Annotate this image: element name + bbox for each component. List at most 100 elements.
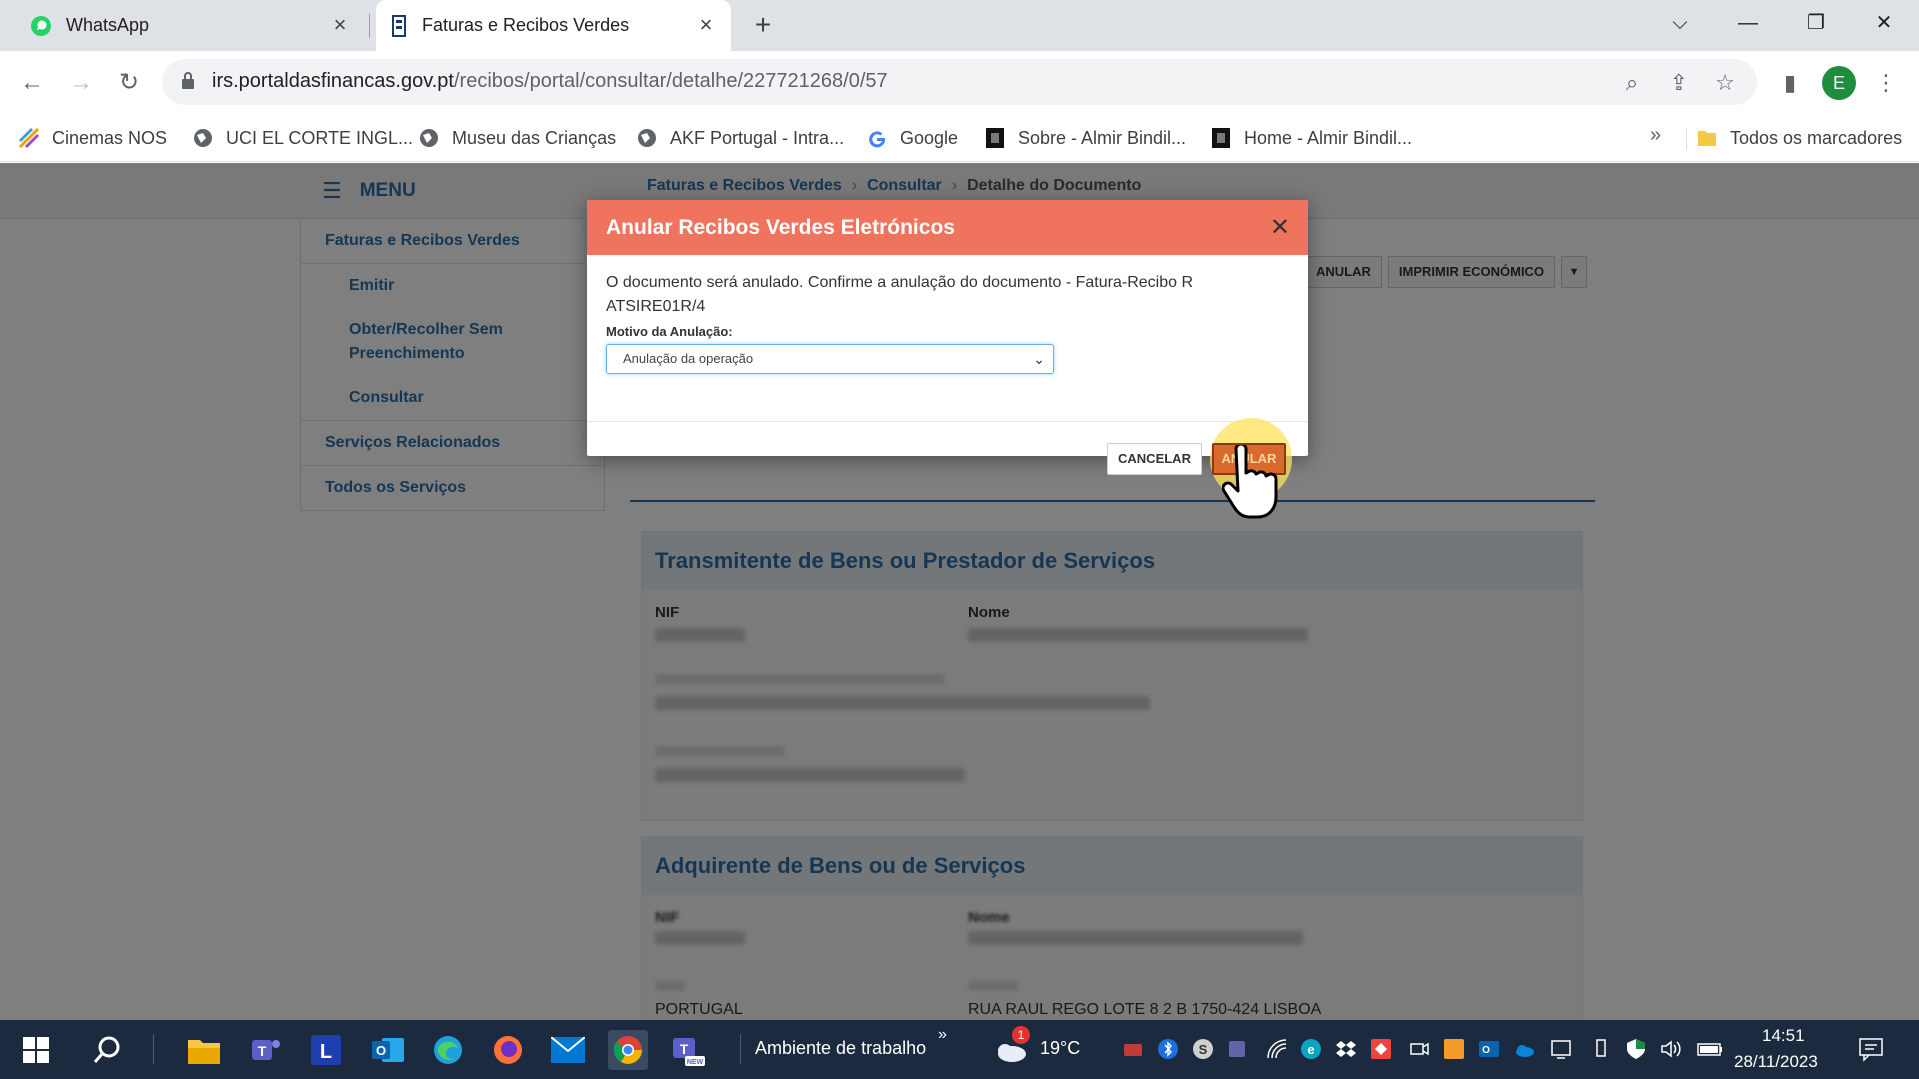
site-icon [1212, 128, 1230, 148]
orange-app-icon[interactable] [1443, 1038, 1465, 1060]
dialog-body: O documento será anulado. Confirme a anu… [587, 255, 1308, 374]
dialog-footer-divider [587, 421, 1308, 422]
bookmark-star-icon[interactable]: ☆ [1711, 69, 1739, 97]
camera-icon[interactable] [1408, 1038, 1430, 1060]
security-shield-icon[interactable] [1625, 1038, 1647, 1060]
windows-taskbar: T L O T NEW Ambiente de trabalho » 1 19°C… [0, 1020, 1919, 1079]
volume-icon[interactable] [1660, 1038, 1682, 1060]
clock-time[interactable]: 14:51 [1762, 1026, 1805, 1046]
windows-start-icon[interactable] [16, 1030, 56, 1070]
portal-icon [392, 14, 406, 37]
chrome-icon[interactable] [608, 1030, 648, 1070]
teams-new-icon[interactable]: T NEW [668, 1030, 708, 1070]
clock-date[interactable]: 28/11/2023 [1734, 1052, 1818, 1072]
bookmark-item[interactable]: Google [866, 124, 958, 152]
bookmark-item[interactable]: Sobre - Almir Bindil... [984, 124, 1186, 152]
bookmarks-divider [1686, 128, 1687, 150]
restore-button[interactable]: ❐ [1796, 8, 1836, 38]
chevron-right-icon[interactable]: » [938, 1026, 947, 1044]
cinema-icon [18, 127, 40, 149]
launcher-l-icon[interactable]: L [306, 1030, 346, 1070]
edge-icon[interactable] [428, 1030, 468, 1070]
close-icon[interactable]: × [329, 14, 351, 36]
reason-select[interactable]: Anulação da operação ⌄ [606, 344, 1054, 374]
skype-icon[interactable]: S [1192, 1038, 1214, 1060]
zoom-icon[interactable]: ⌕ [1618, 69, 1646, 97]
bookmark-item[interactable]: Cinemas NOS [18, 124, 167, 152]
outlook-tray-icon[interactable]: O [1478, 1038, 1500, 1060]
anydesk-icon[interactable] [1370, 1038, 1392, 1060]
reason-label: Motivo da Anulação: [606, 324, 733, 339]
close-icon[interactable]: × [695, 14, 717, 36]
chevron-down-icon: ⌄ [1033, 351, 1045, 367]
desktop-toolbar-label[interactable]: Ambiente de trabalho [755, 1038, 926, 1059]
page-content: ☰ MENU Faturas e Recibos Verdes›Consulta… [0, 163, 1919, 1020]
bluetooth-icon[interactable] [1157, 1038, 1179, 1060]
teams-icon[interactable]: T [246, 1030, 286, 1070]
notifications-icon[interactable] [1858, 1036, 1884, 1062]
address-bar[interactable]: irs.portaldasfinancas.gov.pt/recibos/por… [162, 59, 1757, 105]
side-panel-icon[interactable]: ▮ [1776, 69, 1804, 97]
bookmark-label: Cinemas NOS [52, 127, 168, 148]
tab-whatsapp[interactable]: WhatsApp × [12, 0, 365, 51]
edge-tray-icon[interactable]: e [1300, 1038, 1322, 1060]
url-path: /recibos/portal/consultar/detalhe/227721… [453, 70, 888, 92]
cancel-button[interactable]: CANCELAR [1107, 443, 1202, 475]
firefox-icon[interactable] [488, 1030, 528, 1070]
bookmark-item[interactable]: UCI EL CORTE INGL... [192, 124, 413, 152]
tab-divider [369, 14, 370, 38]
whatsapp-icon [31, 15, 51, 36]
tab-faturas[interactable]: Faturas e Recibos Verdes × [376, 0, 731, 51]
search-icon[interactable] [88, 1030, 128, 1070]
folder-icon [1698, 131, 1716, 146]
bookmark-label: Museu das Crianças [452, 127, 617, 148]
mail-icon[interactable] [548, 1030, 588, 1070]
dropbox-icon[interactable] [1335, 1038, 1357, 1060]
google-icon [869, 131, 886, 148]
bookmark-label: AKF Portugal - Intra... [670, 127, 845, 148]
forward-button[interactable]: → [63, 65, 99, 101]
globe-icon [638, 129, 656, 147]
close-icon[interactable]: ✕ [1270, 200, 1290, 255]
svg-text:O: O [376, 1043, 386, 1058]
window-close-button[interactable]: ✕ [1864, 8, 1904, 38]
weather-temp[interactable]: 19°C [1040, 1038, 1080, 1059]
share-icon[interactable]: ⇪ [1665, 69, 1693, 97]
profile-avatar[interactable]: E [1822, 66, 1856, 100]
remote-icon[interactable] [1550, 1038, 1572, 1060]
all-bookmarks-folder[interactable]: Todos os marcadores [1696, 124, 1902, 152]
bookmark-item[interactable]: AKF Portugal - Intra... [636, 124, 844, 152]
dialog-title: Anular Recibos Verdes Eletrónicos [606, 216, 955, 239]
browser-menu-icon[interactable]: ⋮ [1872, 69, 1900, 97]
battery-icon[interactable] [1697, 1038, 1723, 1060]
tray-app-icon[interactable] [1122, 1038, 1144, 1060]
lock-icon [182, 72, 194, 89]
svg-text:O: O [1482, 1045, 1490, 1056]
svg-text:T: T [258, 1043, 267, 1059]
back-button[interactable]: ← [14, 65, 50, 101]
dialog-header: Anular Recibos Verdes Eletrónicos ✕ [587, 200, 1308, 255]
minimize-button[interactable]: — [1728, 8, 1768, 38]
dialog-message: O documento será anulado. Confirme a anu… [606, 274, 1193, 315]
outlook-icon[interactable]: O [368, 1030, 408, 1070]
browser-toolbar: ← → ↻ irs.portaldasfinancas.gov.pt/recib… [0, 51, 1919, 114]
teams-tray-icon[interactable] [1227, 1038, 1249, 1060]
bookmarks-bar: Cinemas NOS UCI EL CORTE INGL... Museu d… [0, 114, 1919, 162]
new-tab-button[interactable]: + [748, 10, 778, 40]
onedrive-icon[interactable] [1513, 1038, 1535, 1060]
bookmark-label: Home - Almir Bindil... [1244, 127, 1413, 148]
taskbar-divider [153, 1034, 154, 1064]
tab-search-icon[interactable]: ⌵ [1660, 8, 1700, 38]
svg-text:e: e [1307, 1042, 1314, 1057]
bookmark-label: Google [900, 127, 959, 148]
reload-button[interactable]: ↻ [111, 65, 147, 101]
bookmark-item[interactable]: Home - Almir Bindil... [1210, 124, 1412, 152]
usb-icon[interactable] [1590, 1038, 1612, 1060]
svg-text:S: S [1199, 1042, 1208, 1057]
file-explorer-icon[interactable] [184, 1030, 224, 1070]
globe-icon [420, 129, 438, 147]
bookmark-item[interactable]: Museu das Crianças [418, 124, 616, 152]
more-bookmarks-icon[interactable]: » [1650, 124, 1661, 147]
wifi-icon[interactable] [1266, 1038, 1288, 1060]
weather-badge: 1 [1012, 1026, 1030, 1044]
